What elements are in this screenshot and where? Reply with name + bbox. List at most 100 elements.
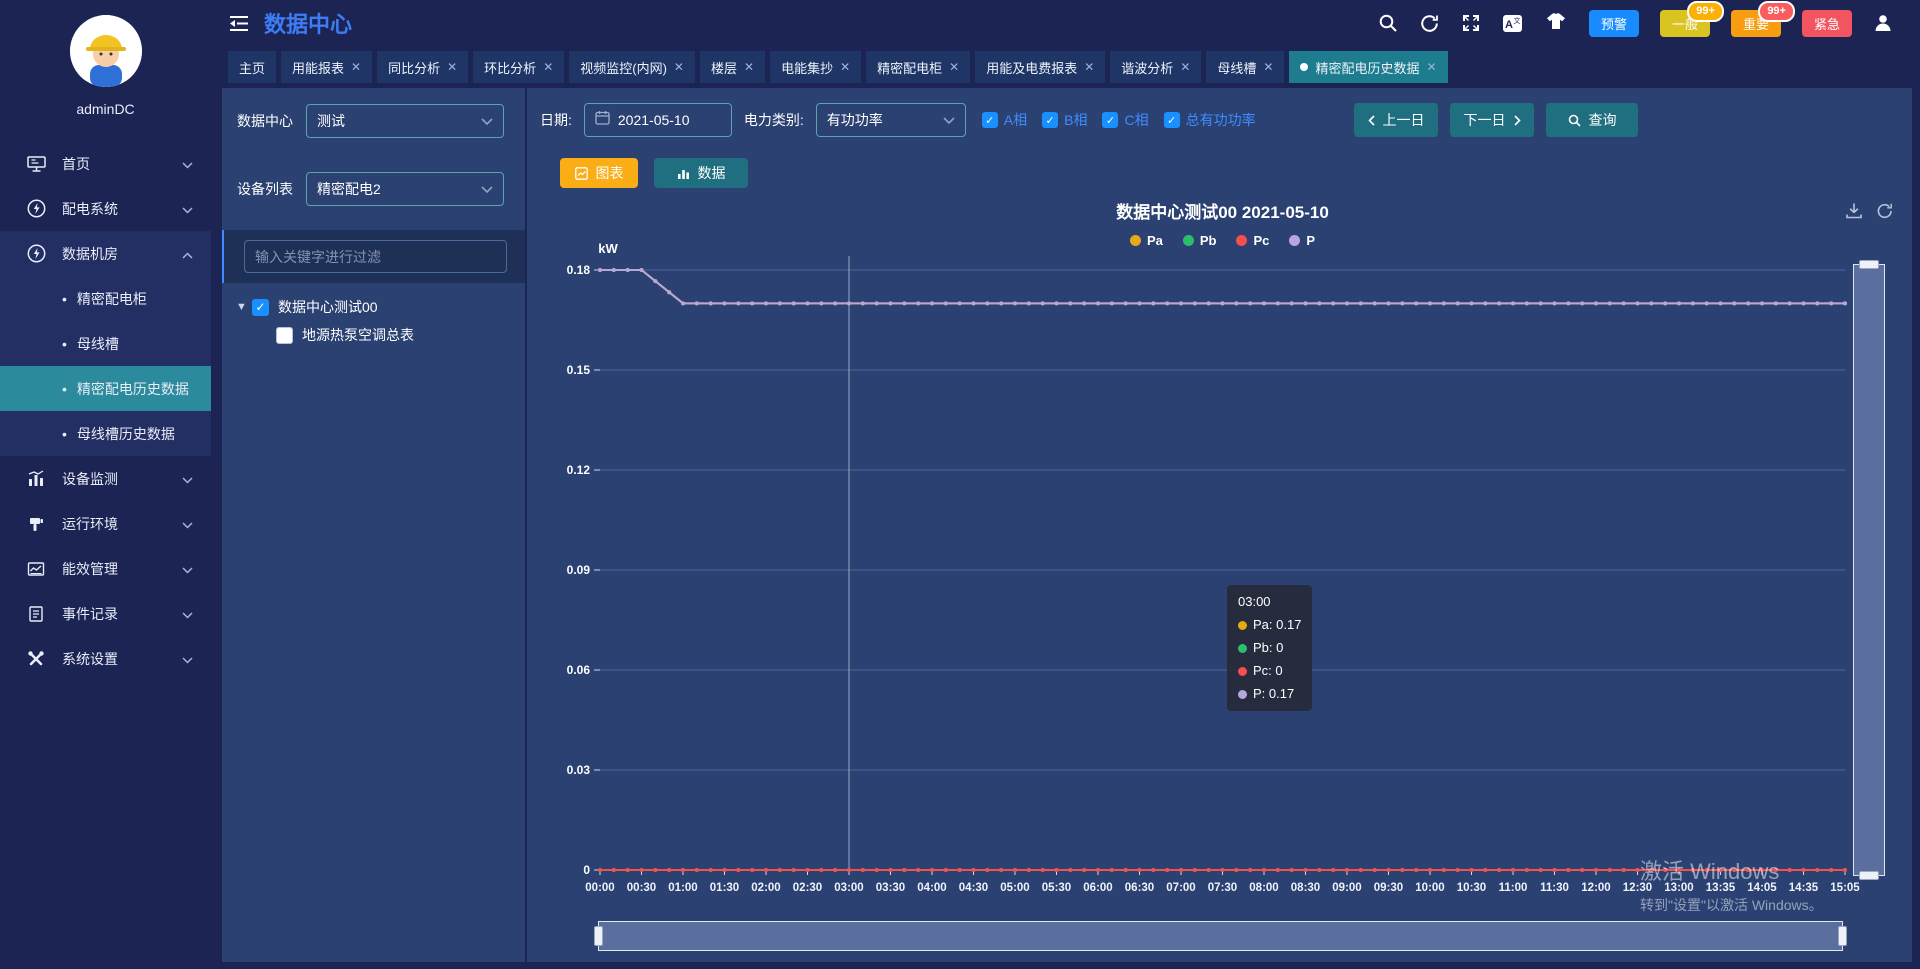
tree-node-hvac[interactable]: 地源热泵空调总表	[236, 321, 414, 349]
close-icon[interactable]: ✕	[1084, 60, 1094, 74]
checkbox-phase-a[interactable]: ✓A相	[982, 110, 1027, 130]
chart-title: 数据中心测试00 2021-05-10	[600, 198, 1845, 223]
close-icon[interactable]: ✕	[1426, 60, 1436, 74]
checkbox-label: A相	[1004, 110, 1027, 130]
translate-icon[interactable]: A文	[1502, 13, 1523, 34]
device-tree: ▼ ✓ 数据中心测试00 地源热泵空调总表	[236, 293, 414, 349]
phase-checkbox-group: ✓A相 ✓B相 ✓C相 ✓总有功功率	[982, 110, 1256, 130]
sidebar-item-home[interactable]: 首页	[0, 141, 211, 186]
sidebar-item-busway[interactable]: 母线槽	[0, 321, 211, 366]
sidebar-item-device-monitor[interactable]: 设备监测	[0, 456, 211, 501]
horizontal-datazoom-slider[interactable]	[598, 921, 1843, 951]
alert-badge-warning[interactable]: 预警	[1589, 10, 1639, 37]
tab-home[interactable]: 主页	[228, 51, 276, 83]
checkbox-phase-b[interactable]: ✓B相	[1042, 110, 1087, 130]
svg-text:08:30: 08:30	[1291, 882, 1320, 894]
svg-text:13:00: 13:00	[1664, 882, 1693, 894]
tab-energy-report[interactable]: 用能报表✕	[281, 51, 372, 83]
svg-text:14:05: 14:05	[1747, 882, 1777, 894]
close-icon[interactable]: ✕	[840, 60, 850, 74]
alert-badge-general[interactable]: 一般99+	[1660, 10, 1710, 37]
tab-meter-reading[interactable]: 电能集抄✕	[770, 51, 861, 83]
tab-floor[interactable]: 楼层✕	[700, 51, 765, 83]
svg-text:kW: kW	[598, 241, 618, 256]
refresh-icon[interactable]	[1419, 13, 1440, 34]
tree-node-datacenter[interactable]: ▼ ✓ 数据中心测试00	[236, 293, 414, 321]
close-icon[interactable]: ✕	[447, 60, 457, 74]
tab-busway[interactable]: 母线槽✕	[1206, 51, 1284, 83]
header-actions: A文 预警 一般99+ 重要99+ 紧急	[1378, 10, 1920, 37]
sidebar-item-environment[interactable]: 运行环境	[0, 501, 211, 546]
slider-handle-right[interactable]	[1838, 926, 1847, 946]
prev-day-button[interactable]: 上一日	[1354, 103, 1438, 137]
sidebar-item-settings[interactable]: 系统设置	[0, 636, 211, 681]
svg-text:文: 文	[1513, 16, 1520, 25]
power-type-select[interactable]: 有功功率	[816, 103, 966, 137]
close-icon[interactable]: ✕	[949, 60, 959, 74]
query-button[interactable]: 查询	[1546, 103, 1638, 137]
close-icon[interactable]: ✕	[1263, 60, 1273, 74]
svg-text:10:00: 10:00	[1415, 882, 1444, 894]
tab-label: 主页	[239, 58, 265, 77]
menu-collapse-icon[interactable]	[228, 14, 250, 33]
gauge-tool-icon	[26, 514, 46, 534]
slider-handle-left[interactable]	[594, 926, 603, 946]
sidebar-item-event-log[interactable]: 事件记录	[0, 591, 211, 636]
tree-expand-icon[interactable]: ▼	[236, 301, 252, 313]
tab-harmonic[interactable]: 谐波分析✕	[1110, 51, 1201, 83]
sidebar-item-precision-cabinet[interactable]: 精密配电柜	[0, 276, 211, 321]
date-value-input[interactable]	[618, 112, 721, 128]
slider-handle-top[interactable]	[1859, 260, 1879, 269]
search-icon[interactable]	[1378, 13, 1398, 33]
tab-bar: 主页 用能报表✕ 同比分析✕ 环比分析✕ 视频监控(内网)✕ 楼层✕ 电能集抄✕…	[211, 46, 1920, 88]
device-select[interactable]: 精密配电2	[306, 172, 504, 206]
tab-mom-analysis[interactable]: 环比分析✕	[473, 51, 564, 83]
close-icon[interactable]: ✕	[744, 60, 754, 74]
query-toolbar: 日期: 电力类别: 有功功率 ✓A相 ✓B相 ✓C相 ✓总有功功率 上一日 下一…	[540, 102, 1638, 138]
sidebar-item-data-room[interactable]: 数据机房	[0, 231, 211, 276]
alert-badge-important[interactable]: 重要99+	[1731, 10, 1781, 37]
theme-shirt-icon[interactable]	[1544, 13, 1568, 33]
datacenter-select[interactable]: 测试	[306, 104, 504, 138]
date-picker[interactable]	[584, 103, 732, 137]
checkbox-total-power[interactable]: ✓总有功功率	[1164, 110, 1256, 130]
user-avatar[interactable]	[70, 15, 142, 87]
svg-text:03:00: 03:00	[834, 882, 863, 894]
checkbox-phase-c[interactable]: ✓C相	[1102, 110, 1148, 130]
tab-precision-cabinet[interactable]: 精密配电柜✕	[866, 51, 970, 83]
tab-video-monitor[interactable]: 视频监控(内网)✕	[569, 51, 695, 83]
bar-chart-icon	[677, 167, 690, 180]
tree-node-label: 地源热泵空调总表	[302, 325, 414, 345]
checkbox-unchecked-icon[interactable]	[276, 327, 293, 344]
vertical-datazoom-slider[interactable]	[1853, 264, 1885, 876]
fullscreen-icon[interactable]	[1461, 13, 1481, 33]
download-icon[interactable]	[1845, 202, 1863, 225]
sidebar-item-precision-history[interactable]: 精密配电历史数据	[0, 366, 211, 411]
tab-precision-history[interactable]: 精密配电历史数据✕	[1289, 51, 1447, 83]
slider-handle-bottom[interactable]	[1859, 871, 1879, 880]
close-icon[interactable]: ✕	[1180, 60, 1190, 74]
power-line-chart[interactable]: 00.030.060.090.120.150.18kW00:0000:3001:…	[527, 240, 1912, 920]
close-icon[interactable]: ✕	[674, 60, 684, 74]
sidebar-item-label: 系统设置	[62, 649, 182, 669]
tab-yoy-analysis[interactable]: 同比分析✕	[377, 51, 468, 83]
button-label: 数据	[698, 163, 726, 183]
close-icon[interactable]: ✕	[543, 60, 553, 74]
restore-icon[interactable]	[1876, 202, 1894, 225]
alert-badge-urgent[interactable]: 紧急	[1802, 10, 1852, 37]
user-icon[interactable]	[1873, 13, 1893, 33]
sidebar-item-energy-mgmt[interactable]: 能效管理	[0, 546, 211, 591]
checkbox-label: C相	[1124, 110, 1148, 130]
chevron-down-icon	[943, 112, 955, 128]
calendar-icon	[595, 110, 610, 130]
tab-fee-report[interactable]: 用能及电费报表✕	[975, 51, 1105, 83]
tree-filter-input[interactable]	[244, 240, 507, 273]
sidebar-item-power-system[interactable]: 配电系统	[0, 186, 211, 231]
data-view-button[interactable]: 数据	[654, 158, 748, 188]
next-day-button[interactable]: 下一日	[1450, 103, 1534, 137]
sidebar-item-busway-history[interactable]: 母线槽历史数据	[0, 411, 211, 456]
chart-view-button[interactable]: 图表	[560, 158, 638, 188]
date-label: 日期:	[540, 110, 572, 130]
checkbox-checked-icon[interactable]: ✓	[252, 299, 269, 316]
close-icon[interactable]: ✕	[351, 60, 361, 74]
